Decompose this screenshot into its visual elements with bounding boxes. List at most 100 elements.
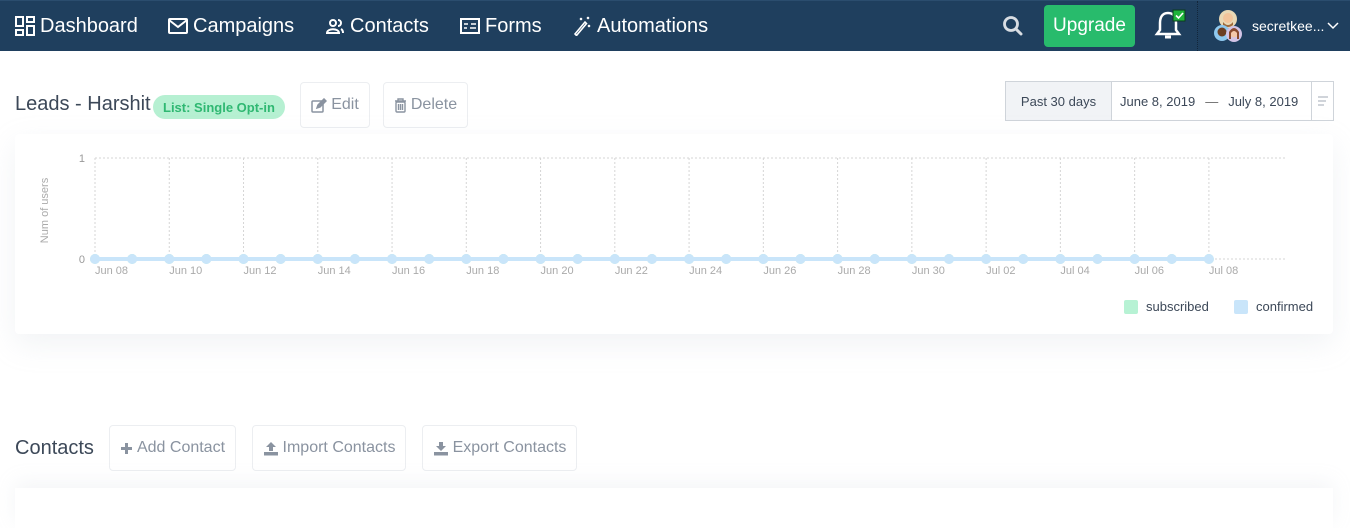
nav-automations[interactable]: Automations [571, 1, 708, 51]
add-contact-button[interactable]: Add Contact [109, 425, 236, 471]
y-tick-label: 1 [79, 153, 85, 165]
nav-contacts[interactable]: Contacts [324, 1, 429, 51]
date-range-input[interactable]: June 8, 2019 — July 8, 2019 [1112, 82, 1311, 120]
magic-wand-icon [571, 15, 593, 37]
legend-swatch-subscribed [1124, 299, 1138, 314]
data-point-confirmed [312, 254, 323, 264]
data-point-confirmed [1203, 254, 1214, 264]
data-point-confirmed [164, 254, 175, 264]
export-contacts-button[interactable]: Export Contacts [422, 425, 577, 471]
chevron-down-icon [1327, 22, 1339, 30]
data-point-confirmed [1055, 254, 1066, 264]
data-point-confirmed [1018, 254, 1029, 264]
data-point-confirmed [424, 254, 435, 264]
x-tick-label: Jun 12 [244, 265, 277, 277]
notifications-button[interactable] [1152, 9, 1188, 43]
avatar [1214, 10, 1242, 42]
x-tick-label: Jun 20 [541, 265, 574, 277]
data-point-confirmed [684, 254, 695, 264]
import-contacts-label: Import Contacts [282, 439, 396, 456]
data-point-confirmed [795, 254, 806, 264]
legend-confirmed[interactable]: confirmed [1234, 299, 1313, 314]
x-tick-label: Jun 08 [95, 265, 128, 277]
data-point-confirmed [387, 254, 398, 264]
data-point-confirmed [1092, 254, 1103, 264]
y-tick-label: 0 [79, 254, 85, 266]
x-tick-label: Jul 06 [1135, 265, 1164, 277]
download-icon [433, 441, 449, 456]
data-point-confirmed [981, 254, 992, 264]
nav-automations-label: Automations [597, 14, 709, 37]
data-point-confirmed [201, 254, 212, 264]
search-button[interactable] [1000, 13, 1026, 39]
nav-dashboard[interactable]: Dashboard [14, 1, 138, 51]
x-tick-label: Jun 18 [466, 265, 499, 277]
data-point-confirmed [869, 254, 880, 264]
x-tick-label: Jun 24 [689, 265, 722, 277]
contacts-table-card [15, 488, 1333, 528]
date-preset-button[interactable]: Past 30 days [1006, 82, 1112, 120]
nav-dashboard-label: Dashboard [40, 14, 138, 37]
data-point-confirmed [238, 254, 249, 264]
data-point-confirmed [535, 254, 546, 264]
data-point-confirmed [758, 254, 769, 264]
export-contacts-label: Export Contacts [452, 439, 567, 456]
data-point-confirmed [572, 254, 583, 264]
y-axis-title: Num of users [39, 177, 51, 243]
data-point-confirmed [832, 254, 843, 264]
bell-icon [1154, 9, 1186, 39]
nav-campaigns-label: Campaigns [193, 14, 295, 37]
user-menu[interactable]: secretkee... [1212, 7, 1339, 45]
x-tick-label: Jul 02 [986, 265, 1015, 277]
list-type-badge: List: Single Opt-in [153, 95, 285, 119]
data-point-confirmed [906, 254, 917, 264]
nav-campaigns[interactable]: Campaigns [167, 1, 294, 51]
x-tick-label: Jun 28 [838, 265, 871, 277]
legend-subscribed[interactable]: subscribed [1124, 299, 1209, 314]
data-point-confirmed [127, 254, 138, 264]
contacts-heading: Contacts [15, 437, 94, 459]
start-date: June 8, 2019 [1120, 93, 1196, 109]
date-options-button[interactable] [1311, 82, 1333, 120]
dashboard-icon [14, 15, 36, 37]
x-tick-label: Jun 22 [615, 265, 648, 277]
add-contact-label: Add Contact [136, 439, 226, 456]
data-point-confirmed [461, 254, 472, 264]
x-tick-label: Jun 10 [169, 265, 202, 277]
legend-swatch-confirmed [1234, 299, 1248, 314]
nav-forms[interactable]: Forms [459, 1, 542, 51]
x-tick-label: Jun 30 [912, 265, 945, 277]
delete-button[interactable]: Delete [383, 82, 468, 128]
data-point-confirmed [498, 254, 509, 264]
end-date: July 8, 2019 [1228, 93, 1299, 109]
edit-icon [311, 97, 328, 113]
upgrade-button[interactable]: Upgrade [1044, 5, 1135, 47]
data-point-confirmed [1129, 254, 1140, 264]
data-point-confirmed [1166, 254, 1177, 264]
nav-contacts-label: Contacts [350, 14, 429, 37]
edit-button[interactable]: Edit [300, 82, 370, 128]
data-point-confirmed [721, 254, 732, 264]
plus-icon [120, 442, 133, 455]
legend-label-subscribed: subscribed [1146, 299, 1209, 314]
username: secretkee... [1252, 18, 1325, 34]
stats-chart-card: 0 1 Jun 08 Jun 10 Jun 12 Jun 14 Jun 16 Jun 18 Ju… [15, 134, 1333, 334]
legend-label-confirmed: confirmed [1256, 299, 1314, 314]
x-tick-label: Jul 04 [1060, 265, 1089, 277]
list-title: Leads - Harshit [15, 93, 151, 115]
users-icon [324, 15, 346, 37]
x-tick-label: Jul 08 [1209, 265, 1238, 277]
data-point-confirmed [943, 254, 954, 264]
date-separator: — [1205, 93, 1219, 109]
import-contacts-button[interactable]: Import Contacts [252, 425, 406, 471]
date-range-picker: Past 30 days June 8, 2019 — July 8, 2019 [1005, 81, 1334, 121]
data-point-confirmed [609, 254, 620, 264]
x-tick-label: Jun 14 [318, 265, 351, 277]
search-icon [1003, 16, 1023, 36]
envelope-icon [167, 15, 189, 37]
trash-icon [394, 97, 407, 113]
nav-divider [1197, 1, 1198, 51]
data-point-confirmed [275, 254, 286, 264]
upload-icon [263, 441, 279, 456]
data-point-confirmed [646, 254, 657, 264]
